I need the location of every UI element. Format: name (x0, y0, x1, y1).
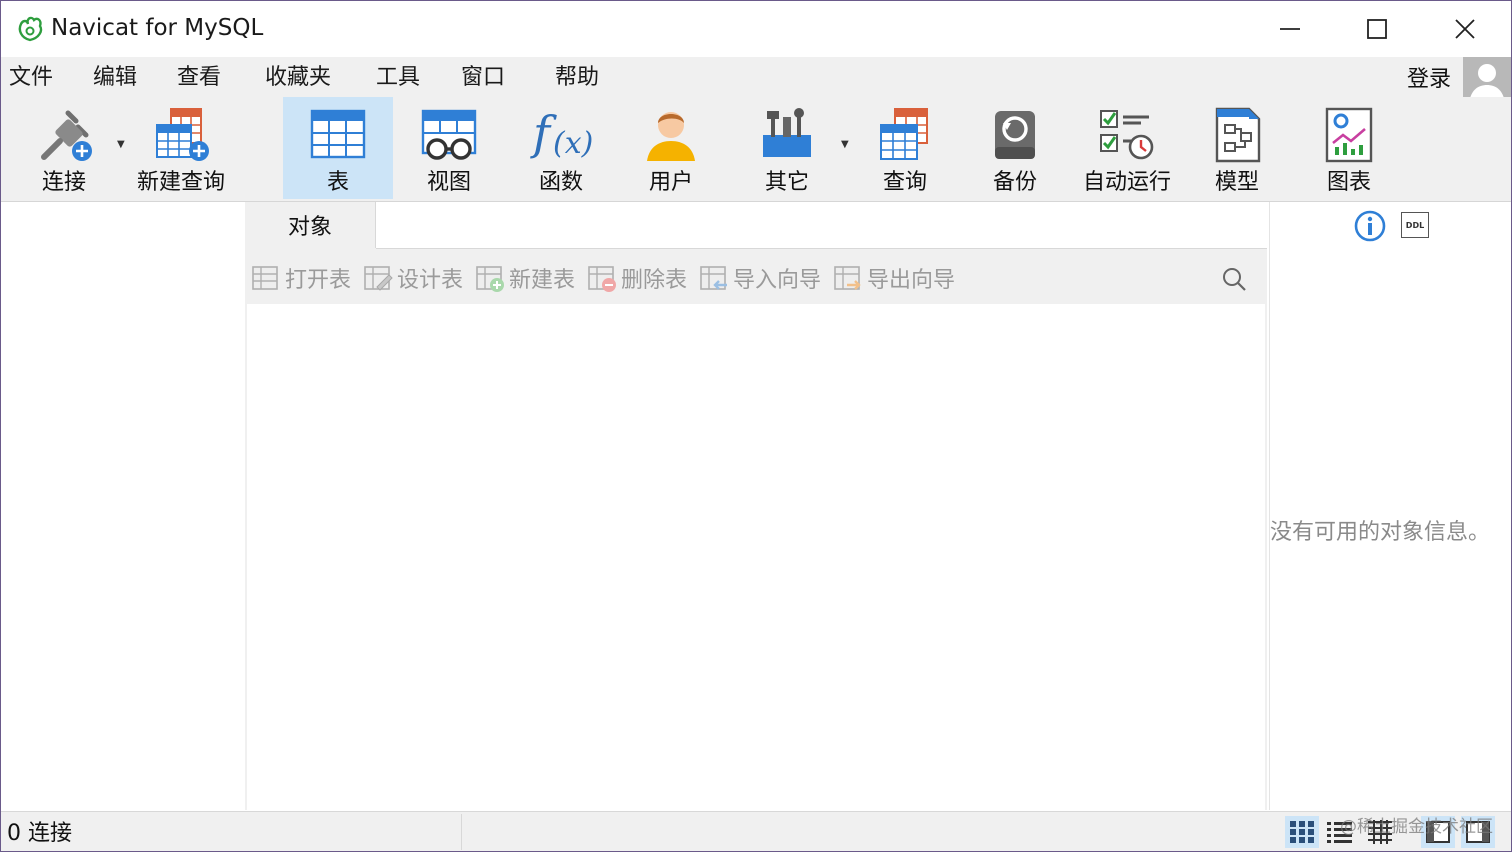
schedule-icon (1100, 110, 1154, 160)
app-window: Navicat for MySQL 文件 编辑 查看 收藏夹 工具 窗口 帮助 … (0, 0, 1512, 852)
menu-bar: 文件 编辑 查看 收藏夹 工具 窗口 帮助 登录 (1, 57, 1511, 103)
open-table-button[interactable]: 打开表 (251, 262, 351, 294)
query-icon (880, 108, 928, 160)
menu-window[interactable]: 窗口 (461, 62, 505, 94)
minimize-icon (1280, 28, 1300, 30)
users-label: 用户 (648, 170, 693, 195)
import-wizard-label: 导入向导 (733, 268, 822, 293)
connect-label: 连接 (41, 170, 86, 195)
menu-file[interactable]: 文件 (9, 62, 53, 94)
delete-table-icon (588, 266, 616, 292)
others-button[interactable]: 其它 (735, 97, 839, 199)
user-icon (647, 112, 695, 161)
import-wizard-icon (700, 266, 727, 290)
status-bar: 0 连接 @稀土掘金技术社区 (1, 811, 1511, 851)
connect-dropdown-icon[interactable]: ▼ (117, 139, 125, 150)
menu-edit[interactable]: 编辑 (93, 62, 137, 94)
view-glasses-icon (421, 109, 477, 160)
login-link[interactable]: 登录 (1407, 65, 1451, 95)
maximize-button[interactable] (1333, 1, 1421, 57)
queries-label: 查询 (882, 170, 927, 195)
functions-button[interactable]: f (x) 函数 (507, 97, 615, 199)
connection-count: 0 连接 (7, 821, 72, 846)
new-query-icon (156, 108, 209, 161)
function-icon: f (x) (530, 106, 593, 161)
object-tab-bar: 对象 (245, 202, 1267, 249)
menu-help[interactable]: 帮助 (555, 62, 599, 94)
delete-table-button[interactable]: 删除表 (587, 262, 687, 294)
models-label: 模型 (1214, 170, 1259, 195)
automation-button[interactable]: 自动运行 (1073, 97, 1181, 199)
ddl-button[interactable]: DDL (1401, 212, 1429, 238)
menu-view[interactable]: 查看 (177, 62, 221, 94)
open-table-icon (252, 266, 278, 290)
design-table-button[interactable]: 设计表 (363, 262, 463, 294)
tab-bar-empty-area (376, 202, 1267, 249)
grid-view-button[interactable] (1285, 816, 1319, 848)
no-object-info-text: 没有可用的对象信息。 (1270, 520, 1491, 545)
chart-icon (1325, 107, 1373, 163)
views-label: 视图 (426, 170, 471, 195)
tables-button[interactable]: 表 (283, 97, 393, 199)
others-label: 其它 (764, 170, 809, 195)
tab-objects-label: 对象 (287, 215, 332, 240)
tab-objects[interactable]: 对象 (245, 202, 376, 248)
charts-button[interactable]: 图表 (1297, 97, 1401, 199)
table-icon (310, 109, 366, 159)
model-icon (1215, 107, 1261, 163)
status-divider (461, 814, 462, 850)
backup-button[interactable]: 备份 (963, 97, 1067, 199)
window-title: Navicat for MySQL (51, 15, 264, 41)
functions-label: 函数 (538, 170, 583, 195)
delete-table-label: 删除表 (621, 268, 688, 293)
models-button[interactable]: 模型 (1185, 97, 1289, 199)
new-table-button[interactable]: 新建表 (475, 262, 575, 294)
connection-tree-pane[interactable] (1, 202, 245, 810)
minimize-button[interactable] (1246, 1, 1334, 57)
design-table-label: 设计表 (397, 268, 464, 293)
tools-icon (763, 108, 811, 157)
navicat-logo-icon (18, 16, 43, 42)
search-button[interactable] (1221, 266, 1247, 296)
close-icon (1455, 19, 1475, 39)
new-query-button[interactable]: 新建查询 (131, 97, 231, 199)
menu-tools[interactable]: 工具 (376, 62, 420, 94)
svg-text:(x): (x) (553, 126, 593, 161)
design-table-icon (364, 266, 393, 291)
open-table-label: 打开表 (285, 268, 352, 293)
object-pane: 对象 打开表 设计表 新建表 删除表 导入向导 导出向导 (245, 202, 1267, 810)
queries-button[interactable]: 查询 (853, 97, 957, 199)
users-button[interactable]: 用户 (619, 97, 723, 199)
new-table-icon (476, 266, 504, 292)
ddl-icon: DDL (1405, 220, 1425, 230)
tables-label: 表 (326, 170, 349, 195)
main-toolbar: 连接 ▼ 新建查询 表 视图 f (x) 函数 用户 其它 ▼ 查询 备份 自动… (1, 97, 1511, 202)
menu-favorites[interactable]: 收藏夹 (265, 62, 331, 94)
watermark-text: @稀土掘金技术社区 (1340, 817, 1493, 837)
object-toolbar: 打开表 设计表 新建表 删除表 导入向导 导出向导 (245, 250, 1267, 304)
plug-add-icon (41, 110, 92, 161)
charts-label: 图表 (1326, 170, 1371, 195)
info-pane: DDL 没有可用的对象信息。 (1269, 202, 1511, 810)
maximize-icon (1367, 19, 1387, 39)
search-icon (1223, 268, 1246, 291)
connect-button[interactable]: 连接 (15, 97, 113, 199)
close-button[interactable] (1421, 1, 1509, 57)
new-query-label: 新建查询 (136, 170, 225, 195)
automation-label: 自动运行 (1082, 170, 1171, 195)
backup-icon (995, 111, 1035, 159)
info-icon[interactable] (1354, 210, 1386, 242)
import-wizard-button[interactable]: 导入向导 (699, 262, 821, 294)
export-wizard-icon (834, 266, 861, 290)
object-list[interactable] (247, 304, 1265, 810)
others-dropdown-icon[interactable]: ▼ (841, 139, 849, 150)
backup-label: 备份 (992, 170, 1037, 195)
title-bar: Navicat for MySQL (1, 1, 1511, 57)
export-wizard-button[interactable]: 导出向导 (833, 262, 955, 294)
grid-view-icon (1290, 821, 1314, 843)
export-wizard-label: 导出向导 (867, 268, 956, 293)
new-table-label: 新建表 (509, 268, 576, 293)
views-button[interactable]: 视图 (395, 97, 503, 199)
